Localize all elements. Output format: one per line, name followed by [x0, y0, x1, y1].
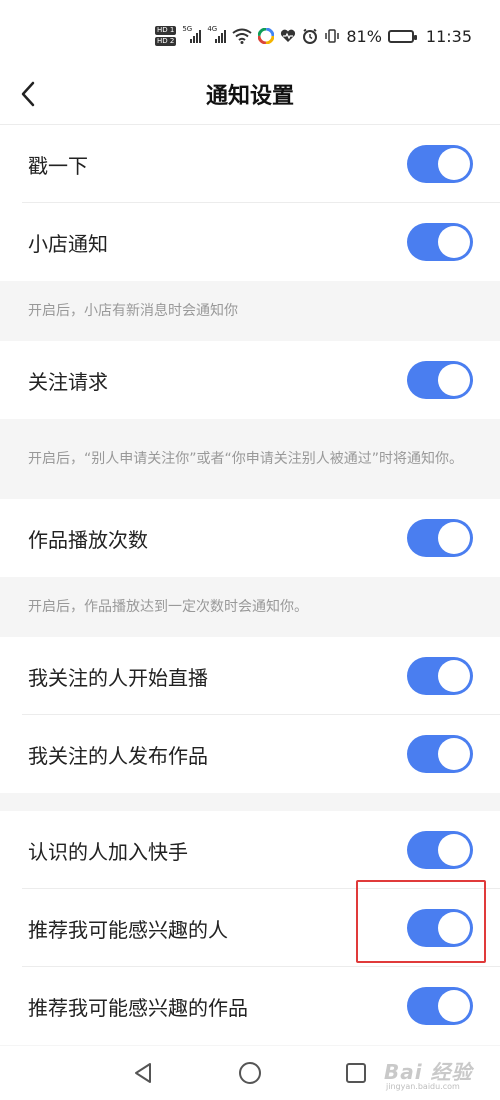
toggle-knob	[438, 912, 470, 944]
triangle-back-icon	[135, 1063, 151, 1083]
setting-row-follow-request: 关注请求	[0, 341, 500, 419]
toggle-knob	[438, 364, 470, 396]
page-title: 通知设置	[205, 84, 294, 109]
toggle-knob	[438, 660, 470, 692]
follow-request-note: 开启后，“别人申请关注你”或者“你申请关注别人被通过”时将通知你。	[0, 419, 500, 499]
setting-row-recommend-works: 推荐我可能感兴趣的作品	[0, 967, 500, 1045]
toggle-knob	[438, 990, 470, 1022]
setting-row-acquaintance-join: 认识的人加入快手	[0, 811, 500, 889]
toggle-knob	[438, 834, 470, 866]
follow-request-toggle[interactable]	[407, 361, 473, 399]
play-count-toggle[interactable]	[407, 519, 473, 557]
watermark-url: jingyan.baidu.com	[386, 1082, 460, 1091]
hd-badge-1: HD 1	[154, 26, 177, 35]
watermark-main: Bai 经验	[384, 1060, 473, 1084]
setting-label: 我关注的人发布作品	[28, 743, 208, 768]
setting-row-recommend-people: 推荐我可能感兴趣的人	[0, 889, 500, 967]
setting-row-poke: 戳一下	[0, 125, 500, 203]
toggle-knob	[438, 226, 470, 258]
top-nav-bar: 通知设置	[0, 70, 500, 122]
square-recents-icon	[346, 1063, 366, 1083]
setting-label: 推荐我可能感兴趣的人	[28, 917, 228, 942]
toggle-knob	[438, 522, 470, 554]
setting-row-shop: 小店通知	[0, 203, 500, 281]
following-live-toggle[interactable]	[407, 657, 473, 695]
setting-label: 我关注的人开始直播	[28, 665, 208, 690]
system-recents-button[interactable]	[343, 1060, 369, 1086]
watermark: Bai 经验 jingyan.baidu.com	[380, 1048, 500, 1098]
setting-row-play-count: 作品播放次数	[0, 499, 500, 577]
setting-label: 作品播放次数	[28, 527, 148, 552]
status-bar: HD 1 HD 2 5G 4G 81% 11:35	[0, 0, 500, 70]
play-count-note: 开启后，作品播放达到一定次数时会通知你。	[0, 577, 500, 637]
app-colorful-icon	[258, 28, 275, 44]
setting-label: 推荐我可能感兴趣的作品	[28, 995, 248, 1020]
system-home-button[interactable]	[237, 1060, 263, 1086]
signal-4g-icon: 4G	[207, 25, 227, 43]
shop-notification-toggle[interactable]	[407, 223, 473, 261]
hd-badges: HD 1 HD 2	[154, 26, 177, 46]
setting-row-following-live: 我关注的人开始直播	[0, 637, 500, 715]
battery-icon	[387, 29, 417, 43]
vibrate-icon	[324, 28, 340, 44]
recommend-works-toggle[interactable]	[407, 987, 473, 1025]
following-post-toggle[interactable]	[407, 735, 473, 773]
recommend-people-toggle[interactable]	[407, 909, 473, 947]
setting-label: 小店通知	[28, 231, 108, 256]
toggle-knob	[438, 148, 470, 180]
alarm-clock-icon	[302, 28, 318, 44]
circle-home-icon	[239, 1062, 261, 1084]
setting-label: 认识的人加入快手	[28, 839, 188, 864]
hd-badge-2: HD 2	[154, 37, 177, 46]
setting-label: 戳一下	[28, 153, 88, 178]
acquaintance-join-toggle[interactable]	[407, 831, 473, 869]
status-icons: HD 1 HD 2 5G 4G 81% 11:35	[154, 25, 472, 46]
setting-label: 关注请求	[28, 369, 108, 394]
toggle-knob	[438, 738, 470, 770]
signal-5g-icon: 5G	[182, 25, 202, 43]
clock-time: 11:35	[425, 26, 472, 46]
wifi-icon	[232, 28, 252, 44]
battery-percent: 81%	[346, 26, 382, 46]
section-gap	[0, 793, 500, 811]
shop-notification-note: 开启后，小店有新消息时会通知你	[0, 281, 500, 341]
system-back-button[interactable]	[130, 1060, 156, 1086]
settings-list[interactable]: 戳一下 小店通知 开启后，小店有新消息时会通知你 关注请求 开启后，“别人申请关…	[0, 122, 500, 1046]
health-heart-icon	[280, 29, 296, 43]
poke-toggle[interactable]	[407, 145, 473, 183]
setting-row-following-post: 我关注的人发布作品	[0, 715, 500, 793]
